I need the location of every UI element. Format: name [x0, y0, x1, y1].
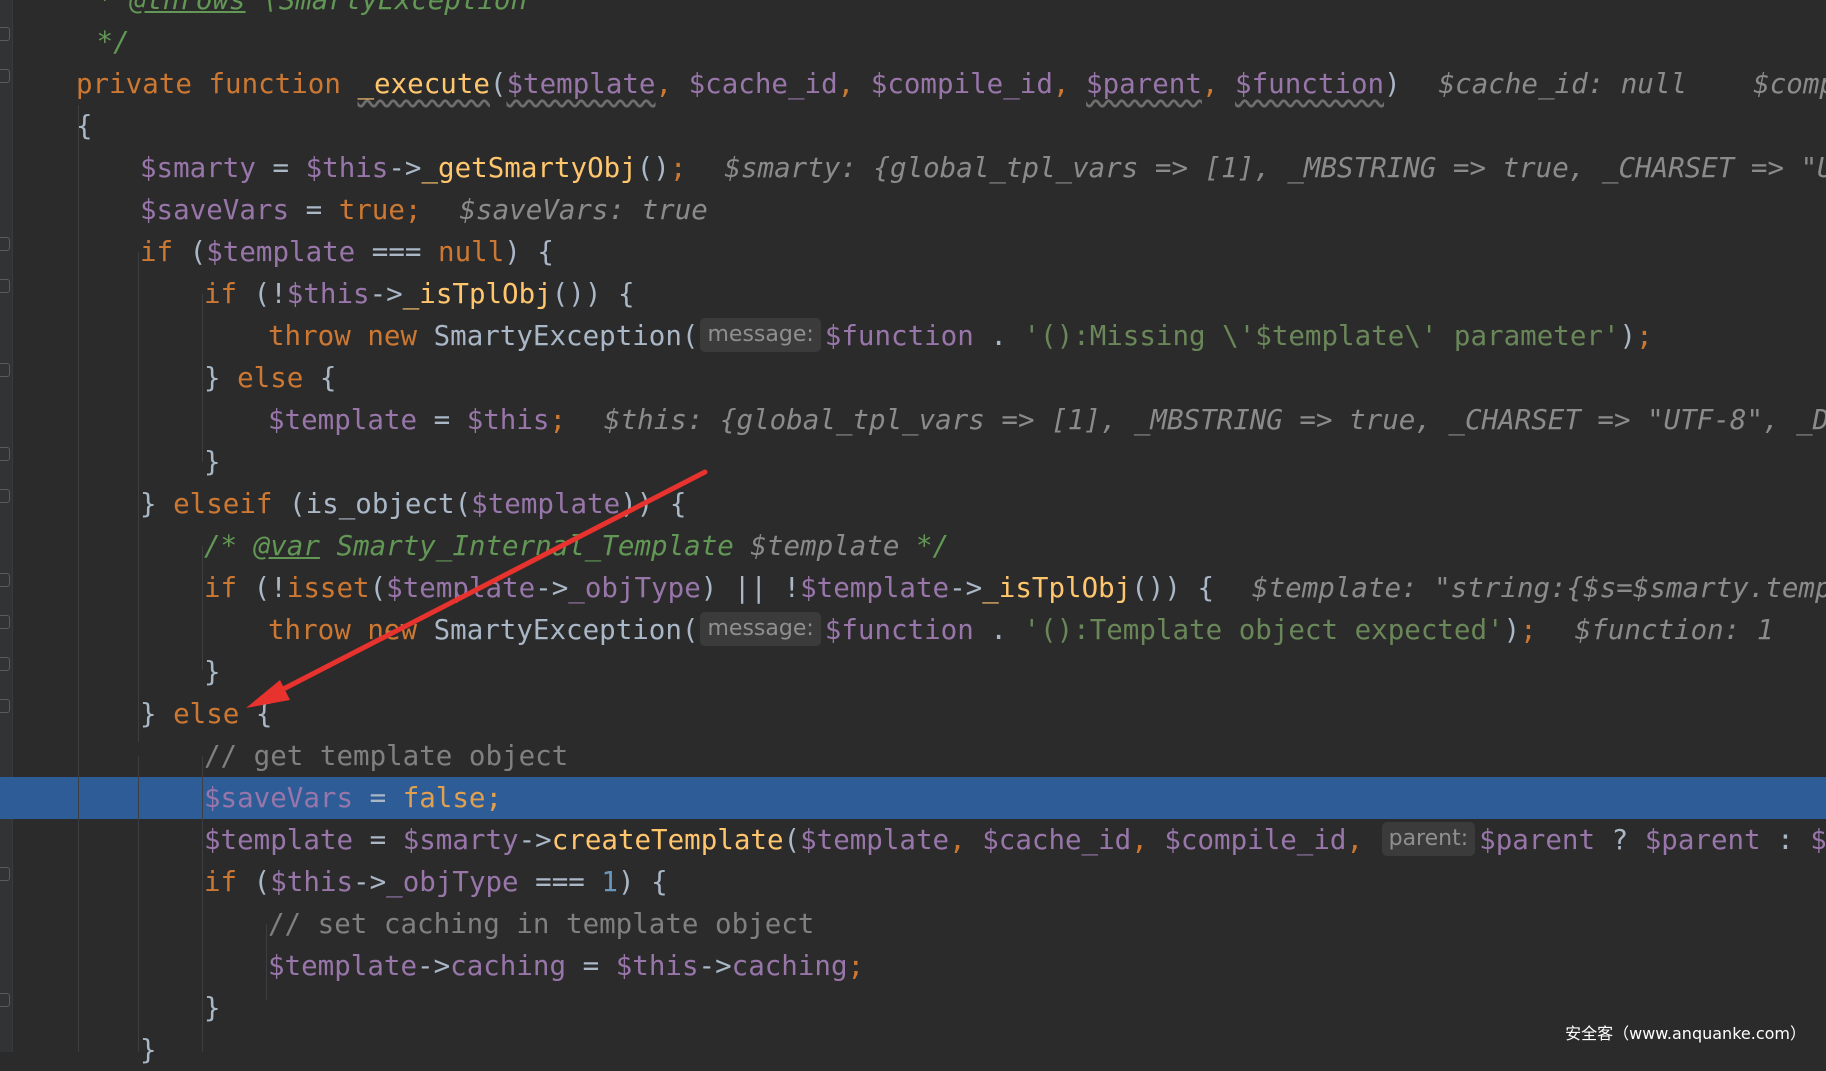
red-arrow-annotation [246, 469, 708, 708]
watermark-text: 安全客（www.anquanke.com） [1565, 1024, 1806, 1043]
code-editor[interactable]: * @throws \SmartyException */private fun… [0, 0, 1826, 1066]
